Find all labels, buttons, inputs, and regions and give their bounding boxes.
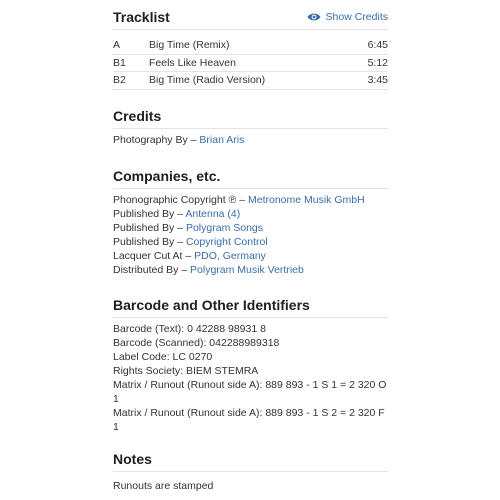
company-link[interactable]: Antenna (4) (185, 208, 240, 220)
identifier-line: Matrix / Runout (Runout side A): 889 893… (113, 407, 385, 433)
company-role: Published By – (113, 222, 186, 234)
company-role: Published By – (113, 236, 186, 248)
companies-header: Companies, etc. (113, 164, 388, 189)
company-line: Distributed By – Polygram Musik Vertrieb (113, 263, 388, 277)
company-role: Published By – (113, 208, 186, 220)
tracklist-header: Tracklist Show Credits (113, 5, 388, 30)
show-credits-label: Show Credits (325, 11, 388, 23)
tracklist-table: A Big Time (Remix) 6:45 B1 Feels Like He… (113, 37, 388, 90)
track-position: B2 (113, 71, 149, 90)
company-link[interactable]: Polygram Songs (186, 222, 263, 234)
company-role: Lacquer Cut At – (113, 250, 195, 262)
company-role: Phonographic Copyright ℗ – (113, 194, 248, 206)
track-row: B1 Feels Like Heaven 5:12 (113, 54, 388, 72)
track-title: Big Time (Remix) (149, 37, 348, 55)
identifier-line: Barcode (Scanned): 042288989318 (113, 337, 280, 349)
track-position: A (113, 37, 149, 55)
identifier-line: Matrix / Runout (Runout side A): 889 893… (113, 379, 387, 405)
identifier-line: Rights Society: BIEM STEMRA (113, 365, 259, 377)
track-duration: 6:45 (348, 37, 388, 55)
track-row: A Big Time (Remix) 6:45 (113, 37, 388, 55)
identifier-line: Label Code: LC 0270 (113, 351, 213, 363)
credit-role: Photography By – (113, 134, 200, 146)
company-role: Distributed By – (113, 264, 191, 276)
track-title: Feels Like Heaven (149, 54, 348, 72)
company-line: Published By – Polygram Songs (113, 221, 388, 235)
company-link[interactable]: Metronome Musik GmbH (248, 194, 365, 206)
identifiers-title: Barcode and Other Identifiers (113, 297, 310, 313)
tracklist-title: Tracklist (113, 9, 170, 25)
company-link[interactable]: Copyright Control (186, 236, 268, 248)
company-link[interactable]: PDO, Germany (194, 250, 266, 262)
company-line: Lacquer Cut At – PDO, Germany (113, 249, 388, 263)
credit-link[interactable]: Brian Aris (199, 134, 244, 146)
credits-title: Credits (113, 108, 162, 124)
notes-title: Notes (113, 451, 152, 467)
eye-icon (307, 13, 321, 21)
credit-line: Photography By – Brian Aris (113, 133, 388, 147)
company-line: Published By – Copyright Control (113, 235, 388, 249)
company-link[interactable]: Polygram Musik Vertrieb (190, 264, 304, 276)
notes-text: Runouts are stamped (113, 480, 214, 492)
credits-header: Credits (113, 104, 388, 129)
track-row: B2 Big Time (Radio Version) 3:45 (113, 71, 388, 90)
notes-header: Notes (113, 447, 388, 472)
track-duration: 5:12 (348, 54, 388, 72)
identifier-line: Barcode (Text): 0 42288 98931 8 (113, 323, 266, 335)
identifiers-header: Barcode and Other Identifiers (113, 293, 388, 318)
track-position: B1 (113, 54, 149, 72)
track-title: Big Time (Radio Version) (149, 71, 348, 90)
track-duration: 3:45 (348, 71, 388, 90)
company-line: Phonographic Copyright ℗ – Metronome Mus… (113, 193, 388, 207)
identifiers-list: Barcode (Text): 0 42288 98931 8 Barcode … (113, 322, 388, 434)
companies-list: Phonographic Copyright ℗ – Metronome Mus… (113, 193, 388, 277)
companies-title: Companies, etc. (113, 168, 221, 184)
company-line: Published By – Antenna (4) (113, 207, 388, 221)
show-credits-button[interactable]: Show Credits (307, 11, 388, 23)
